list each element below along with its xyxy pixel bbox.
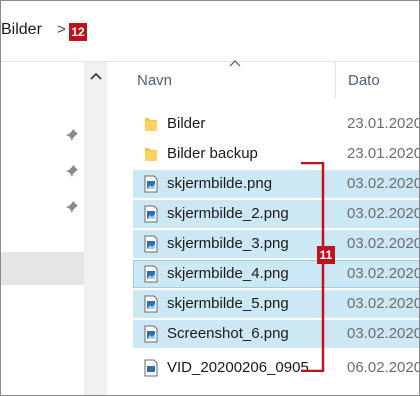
image-file-icon (144, 205, 158, 223)
file-date: 03.02.2020 (347, 325, 420, 342)
column-header-date[interactable]: Dato (348, 72, 380, 89)
image-file-icon (144, 235, 158, 253)
nav-scrollbar[interactable] (84, 62, 107, 395)
sort-ascending-icon (229, 60, 241, 67)
file-row[interactable]: Bilder backup 23.01.2020 (133, 140, 420, 168)
image-file-icon (144, 295, 158, 313)
file-name: skjermbilde_5.png (167, 295, 289, 312)
image-file-icon (144, 325, 158, 343)
annotation-badge-11: 11 (317, 246, 335, 264)
selection-bracket (301, 162, 325, 372)
file-row[interactable]: Screenshot_6.png 03.02.2020 (133, 320, 420, 348)
file-name: skjermbilde_4.png (167, 265, 289, 282)
breadcrumb-separator[interactable]: > (57, 21, 66, 38)
chevron-up-icon (89, 72, 102, 80)
file-row[interactable]: skjermbilde.png 03.02.2020 (133, 170, 420, 198)
file-date: 03.02.2020 (347, 265, 420, 282)
column-header-name[interactable]: Navn (137, 72, 172, 89)
file-date: 03.02.2020 (347, 205, 420, 222)
nav-selected-item[interactable] (1, 252, 84, 285)
file-date: 03.02.2020 (347, 235, 420, 252)
file-date: 23.01.2020 (347, 115, 420, 132)
file-name: skjermbilde.png (167, 175, 273, 192)
image-file-icon (144, 265, 158, 283)
pin-icon (66, 201, 78, 213)
file-name: skjermbilde_3.png (167, 235, 289, 252)
pin-icon (66, 129, 78, 141)
file-date: 03.02.2020 (347, 295, 420, 312)
file-row[interactable]: skjermbilde_3.png 03.02.2020 (133, 230, 420, 258)
file-name: Screenshot_6.png (167, 325, 289, 342)
file-name: Bilder backup (167, 145, 258, 162)
folder-icon (145, 118, 157, 131)
file-date: 06.02.2020 (347, 359, 420, 376)
file-row[interactable]: skjermbilde_4.png 03.02.2020 (133, 260, 420, 288)
folder-icon (145, 148, 157, 161)
file-date: 03.02.2020 (347, 175, 420, 192)
explorer-window: Bilder > 12 Navn Dato Bilder 23.01.2020 … (0, 0, 420, 396)
image-file-icon (144, 175, 158, 193)
annotation-badge-12: 12 (69, 23, 87, 41)
scroll-up-button[interactable] (84, 62, 107, 90)
file-row[interactable]: skjermbilde_2.png 03.02.2020 (133, 200, 420, 228)
file-row[interactable]: Bilder 23.01.2020 (133, 110, 420, 138)
column-divider[interactable] (335, 62, 336, 98)
video-file-icon (144, 359, 158, 377)
file-name: VID_20200206_0905... (167, 359, 322, 376)
file-name: Bilder (167, 115, 206, 132)
breadcrumb-bilder[interactable]: Bilder (1, 21, 42, 39)
address-bar[interactable]: Bilder > 12 (1, 1, 419, 62)
file-row[interactable]: VID_20200206_0905... 06.02.2020 (133, 354, 420, 382)
file-name: skjermbilde_2.png (167, 205, 289, 222)
pin-icon (66, 165, 78, 177)
file-row[interactable]: skjermbilde_5.png 03.02.2020 (133, 290, 420, 318)
file-date: 23.01.2020 (347, 145, 420, 162)
